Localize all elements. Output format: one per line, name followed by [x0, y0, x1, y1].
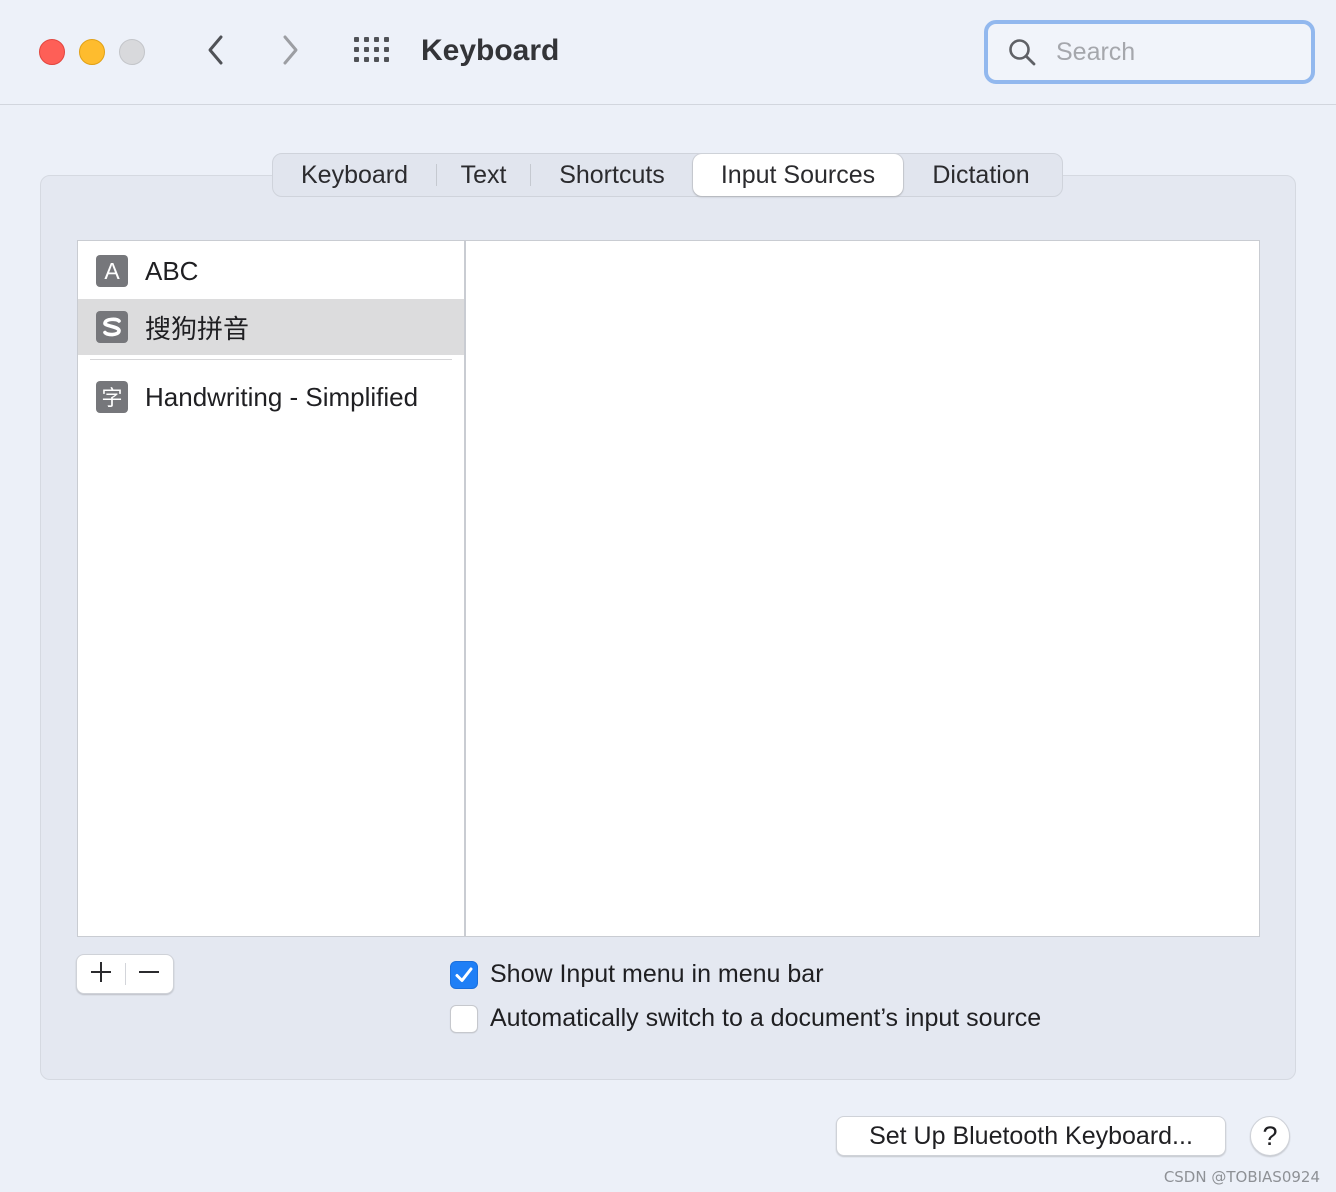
remove-button[interactable]	[125, 955, 173, 993]
list-item-handwriting[interactable]: 字 Handwriting - Simplified	[78, 369, 464, 425]
chevron-left-icon	[206, 34, 226, 71]
plus-icon	[90, 961, 112, 988]
input-source-detail-pane	[465, 240, 1260, 937]
list-item-label: ABC	[145, 255, 199, 286]
auto-switch-option[interactable]: Automatically switch to a document’s inp…	[450, 1004, 1041, 1033]
auto-switch-label: Automatically switch to a document’s inp…	[490, 1004, 1042, 1032]
search-field[interactable]	[984, 20, 1315, 84]
search-input[interactable]	[1054, 36, 1298, 68]
setup-bluetooth-keyboard-button[interactable]: Set Up Bluetooth Keyboard...	[836, 1116, 1226, 1156]
chevron-right-icon	[280, 34, 300, 71]
back-button[interactable]	[196, 30, 236, 74]
grid-icon	[353, 36, 391, 69]
tab-shortcuts[interactable]: Shortcuts	[531, 154, 693, 196]
input-sources-list[interactable]: A ABC 搜狗拼音 字 Handwriting - Simplified	[77, 240, 465, 937]
tab-keyboard[interactable]: Keyboard	[273, 154, 436, 196]
show-input-menu-option[interactable]: Show Input menu in menu bar	[450, 960, 824, 989]
show-input-menu-label: Show Input menu in menu bar	[490, 960, 824, 988]
show-all-button[interactable]	[350, 34, 394, 70]
zoom-button[interactable]	[119, 39, 145, 65]
list-item-abc[interactable]: A ABC	[78, 243, 464, 299]
close-button[interactable]	[39, 39, 65, 65]
list-divider	[90, 359, 452, 360]
system-preferences-window: Keyboard Keyboard Text Shortcuts Input S…	[0, 0, 1336, 1192]
auto-switch-checkbox[interactable]	[450, 1004, 478, 1033]
minimize-button[interactable]	[79, 39, 105, 65]
add-remove-control	[76, 954, 174, 994]
help-button[interactable]: ?	[1250, 1116, 1290, 1156]
checkmark-icon	[455, 967, 473, 982]
list-item-label: 搜狗拼音	[145, 313, 250, 344]
sogou-icon	[96, 311, 128, 343]
show-input-menu-checkbox[interactable]	[450, 960, 478, 989]
watermark: CSDN @TOBIAS0924	[1163, 1168, 1320, 1186]
tab-dictation[interactable]: Dictation	[903, 154, 1059, 196]
search-icon	[1008, 37, 1038, 67]
add-button[interactable]	[77, 955, 125, 993]
forward-button[interactable]	[270, 30, 310, 74]
window-title: Keyboard	[421, 34, 560, 67]
tab-input-sources[interactable]: Input Sources	[693, 154, 903, 196]
tab-bar: Keyboard Text Shortcuts Input Sources Di…	[272, 153, 1063, 197]
abc-layout-icon: A	[96, 255, 128, 287]
list-item-label: Handwriting - Simplified	[145, 381, 419, 412]
list-item-sogou-pinyin[interactable]: 搜狗拼音	[78, 299, 464, 355]
tab-text[interactable]: Text	[437, 154, 530, 196]
minus-icon	[138, 961, 160, 988]
title-bar: Keyboard	[0, 0, 1336, 105]
handwriting-icon: 字	[96, 381, 128, 413]
